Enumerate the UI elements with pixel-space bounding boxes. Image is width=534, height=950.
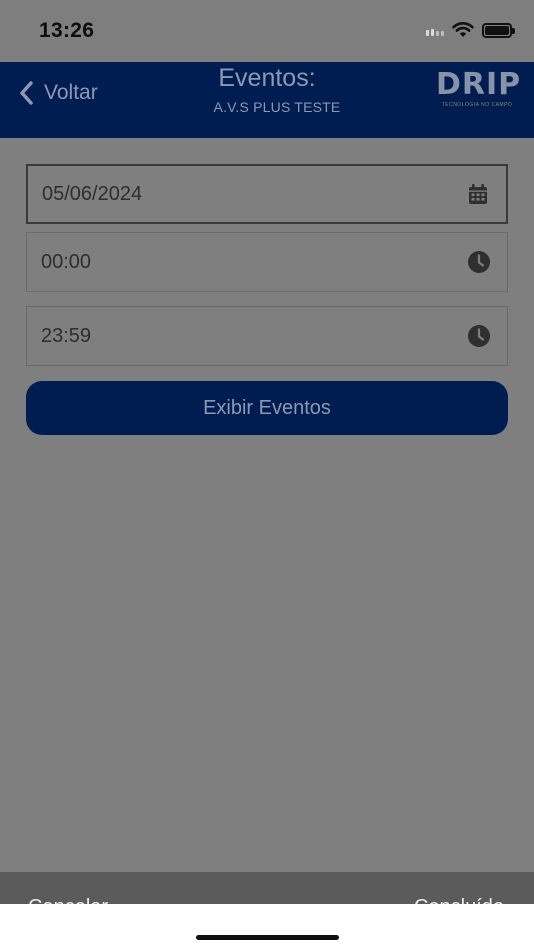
- home-indicator[interactable]: [196, 935, 339, 940]
- cancel-button[interactable]: Cancelar: [28, 896, 108, 904]
- logo-tagline: TECNOLOGIA NO CAMPO: [441, 102, 513, 108]
- start-time-field[interactable]: 00:00: [26, 232, 508, 292]
- drip-logo: DRIP TECNOLOGIA NO CAMPO: [436, 67, 522, 114]
- clock-icon[interactable]: [467, 324, 491, 348]
- battery-icon: [482, 22, 515, 38]
- end-time-value: 23:59: [41, 324, 92, 347]
- signal-icon: [426, 25, 444, 36]
- status-bar: 13:26: [0, 0, 534, 62]
- end-time-field[interactable]: 23:59: [26, 306, 508, 366]
- done-button[interactable]: Concluído: [414, 896, 504, 904]
- home-area: [0, 904, 534, 950]
- app-header: Voltar Eventos: A.V.S PLUS TESTE DRIP TE…: [0, 62, 534, 138]
- clock-icon[interactable]: [467, 250, 491, 274]
- status-time: 13:26: [39, 19, 95, 42]
- wifi-icon: [452, 22, 474, 37]
- show-events-button[interactable]: Exibir Eventos: [26, 381, 508, 435]
- date-field[interactable]: 05/06/2024: [26, 164, 508, 224]
- start-time-value: 00:00: [41, 250, 92, 273]
- calendar-icon[interactable]: [466, 182, 490, 206]
- picker-toolbar: Cancelar Concluído: [0, 872, 534, 904]
- status-icons: [426, 22, 515, 38]
- date-value: 05/06/2024: [42, 182, 143, 205]
- logo-text: DRIP: [436, 67, 522, 102]
